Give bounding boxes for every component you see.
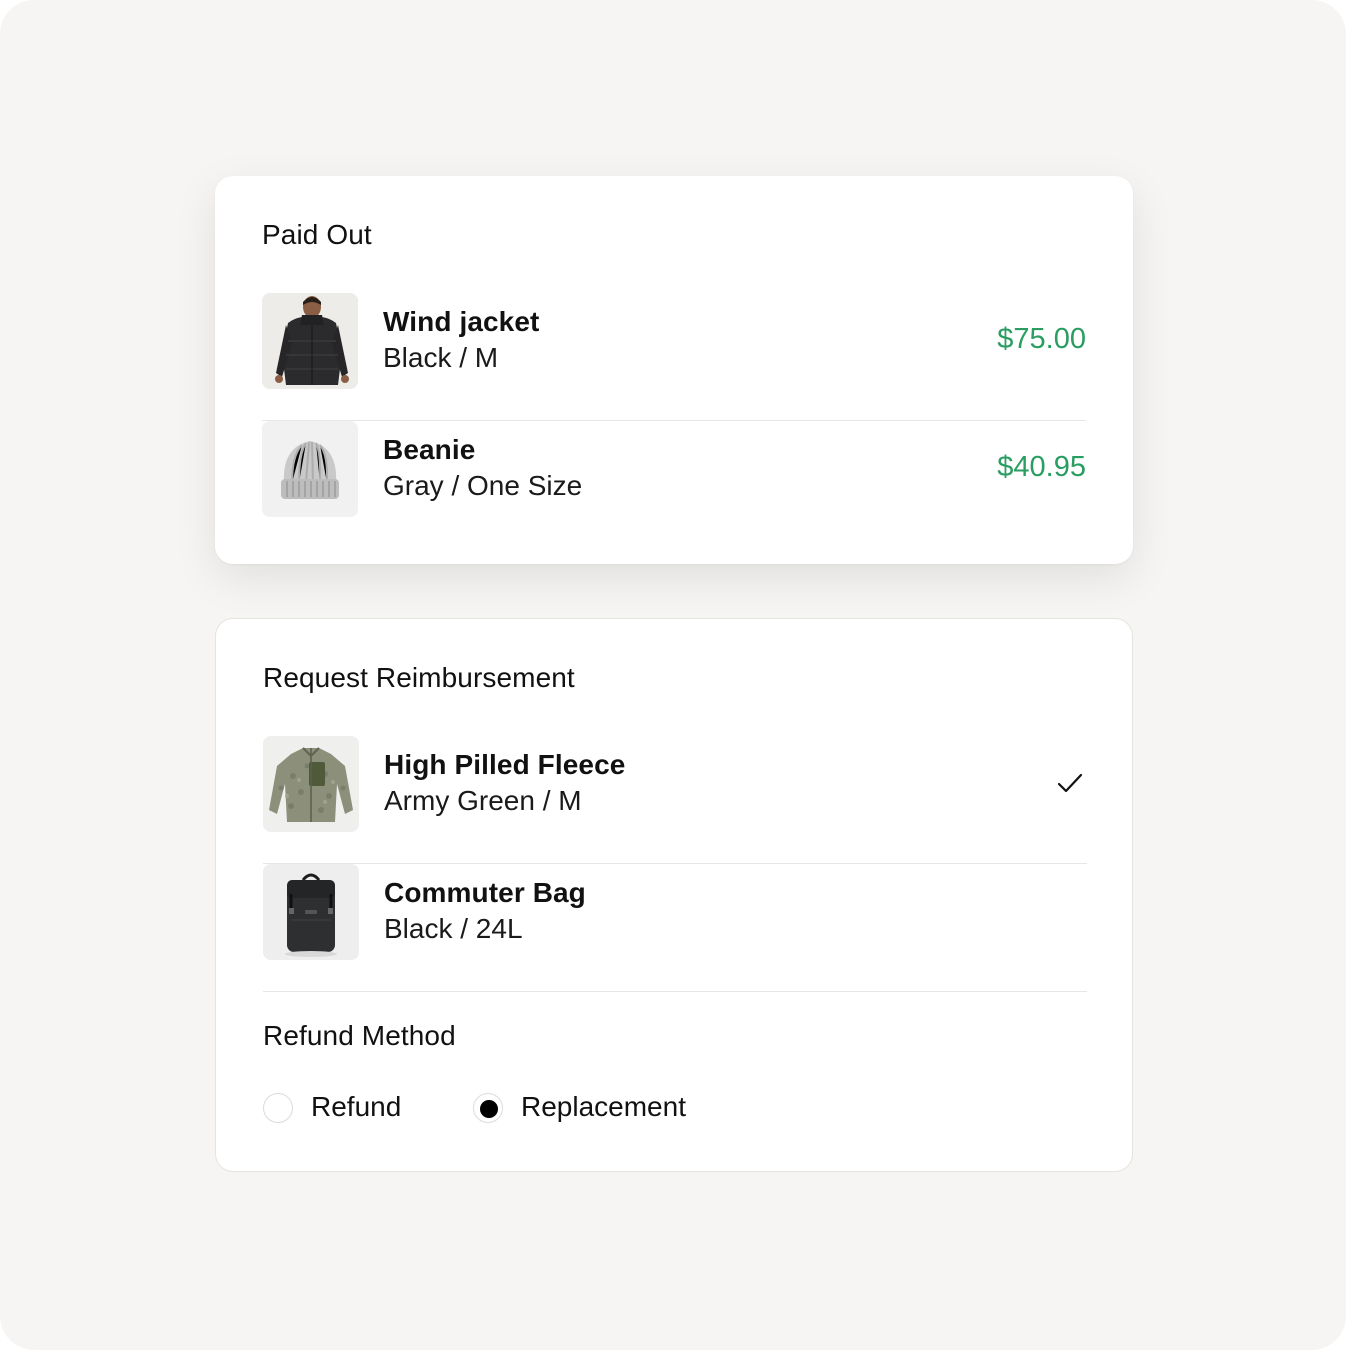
radio-selected-dot [480, 1100, 498, 1118]
radio-button-selected[interactable] [473, 1093, 503, 1123]
item-variant: Gray / One Size [383, 470, 583, 501]
paid-out-card: Paid Out Wind jacket Black / M $75.00 Be… [215, 176, 1133, 564]
item-variant: Black / M [383, 342, 499, 373]
radio-label: Refund [311, 1091, 402, 1122]
request-reimbursement-card: Request Reimbursement High Pilled Fleece… [215, 618, 1133, 1172]
refund-method-title: Refund Method [263, 1020, 456, 1051]
reimbursement-item-fleece[interactable]: High Pilled Fleece Army Green / M [263, 736, 1087, 864]
item-price: $40.95 [997, 451, 1086, 483]
item-name: Wind jacket [383, 306, 540, 337]
radio-button-unselected[interactable] [263, 1093, 293, 1123]
wind-jacket-thumbnail [262, 293, 358, 389]
item-name: Beanie [383, 434, 476, 465]
paid-out-item-wind-jacket[interactable]: Wind jacket Black / M $75.00 [262, 293, 1086, 421]
page-background: Paid Out Wind jacket Black / M $75.00 Be… [0, 0, 1346, 1350]
beanie-thumbnail [262, 421, 358, 517]
request-reimbursement-title: Request Reimbursement [263, 662, 575, 693]
item-name: Commuter Bag [384, 877, 586, 908]
paid-out-item-beanie[interactable]: Beanie Gray / One Size $40.95 [262, 421, 1086, 549]
radio-label: Replacement [521, 1091, 686, 1122]
commuter-bag-thumbnail [263, 864, 359, 960]
item-variant: Army Green / M [384, 785, 582, 816]
paid-out-title: Paid Out [262, 219, 372, 250]
item-variant: Black / 24L [384, 913, 523, 944]
fleece-thumbnail [263, 736, 359, 832]
check-icon [1057, 773, 1083, 793]
item-price: $75.00 [997, 323, 1086, 355]
item-name: High Pilled Fleece [384, 749, 626, 780]
reimbursement-item-commuter-bag[interactable]: Commuter Bag Black / 24L [263, 864, 1087, 992]
